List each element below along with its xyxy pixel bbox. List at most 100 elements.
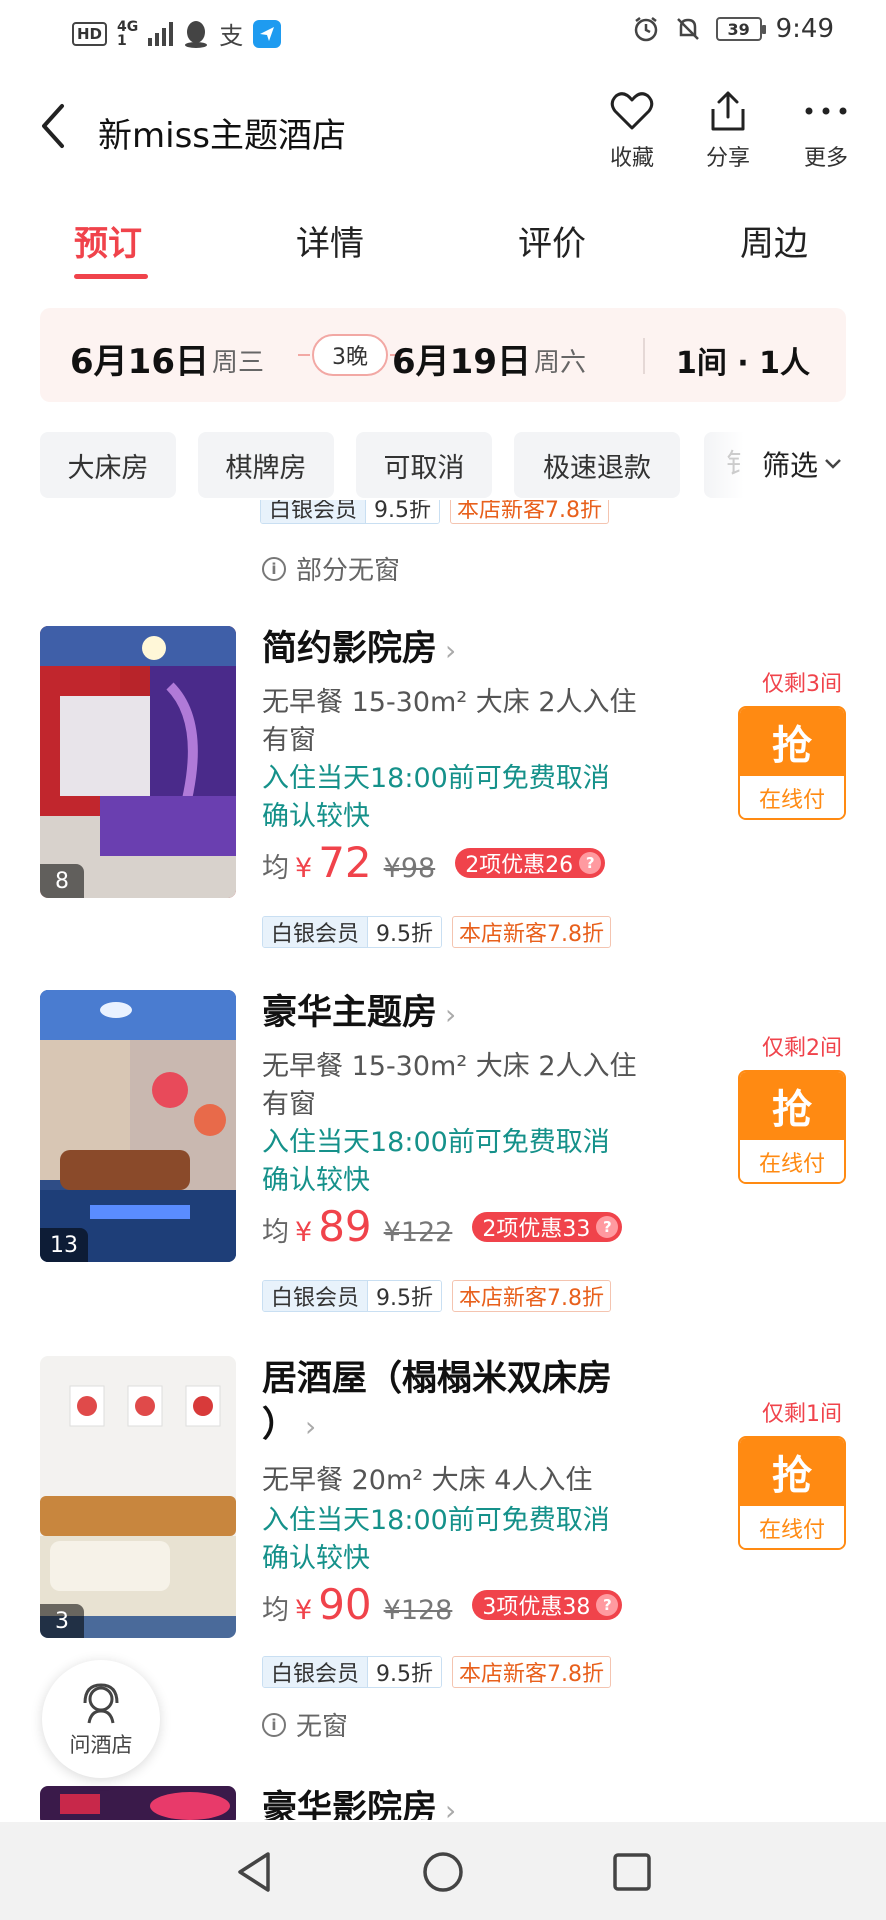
back-arrow-icon [42, 104, 64, 148]
price-avg-label: 均 [262, 1217, 289, 1248]
price-value: 89 [318, 1202, 372, 1251]
original-price: ¥128 [383, 1595, 453, 1626]
price-row: 均 ¥ 72 ¥98 2项优惠26 ? [262, 838, 606, 887]
member-tag-discount: 9.5折 [367, 917, 442, 947]
question-icon: ? [579, 851, 602, 874]
member-tag-discount: 9.5折 [367, 1281, 442, 1311]
date-selector[interactable]: 6月16日 周三 3晚 6月19日 周六 1间 · 1人 [40, 308, 846, 402]
room-desc-line: 无早餐 15-30m² 大床 2人入住 [262, 687, 637, 718]
room-card[interactable]: 8 简约影院房 › 无早餐 15-30m² 大床 2人入住 有窗 入住当天18:0… [0, 626, 886, 976]
price-avg-label: 均 [262, 853, 289, 884]
hotel-header: 新miss主题酒店 收藏 分享 更多 [0, 80, 886, 180]
book-button-label: 抢 [740, 1072, 844, 1140]
member-tag: 白银会员 9.5折 [262, 1280, 443, 1312]
promo-badge[interactable]: 2项优惠26 ? [455, 847, 606, 878]
window-note: i 部分无窗 [262, 550, 400, 587]
hd-indicator: HD [72, 21, 108, 46]
nav-home-icon [423, 1852, 463, 1892]
new-guest-tag: 本店新客7.8折 [452, 1656, 612, 1688]
tab-bar: 预订 详情 评价 周边 [0, 210, 886, 286]
price-value: 72 [318, 838, 372, 887]
info-icon: i [262, 556, 286, 581]
filter-chip-cancelable[interactable]: 可取消 [356, 432, 492, 498]
filter-label: 筛选 [762, 449, 819, 482]
room-name[interactable]: 豪华主题房 › [262, 990, 642, 1038]
checkin-date[interactable]: 6月16日 [70, 334, 209, 383]
promo-badge[interactable]: 3项优惠38 ? [472, 1589, 623, 1620]
signal-icon [148, 21, 174, 46]
heart-icon [610, 92, 654, 130]
promo-badge[interactable]: 2项优惠33 ? [472, 1211, 623, 1242]
app-notification-icon [253, 19, 282, 48]
tab-details[interactable]: 详情 [296, 216, 364, 265]
book-button[interactable]: 抢 在线付 [738, 1070, 846, 1184]
filter-chip-clipped[interactable]: 钅 [704, 432, 753, 498]
tab-nearby[interactable]: 周边 [740, 216, 808, 265]
checkout-date[interactable]: 6月19日 [392, 334, 531, 383]
more-button[interactable]: 更多 [786, 88, 866, 172]
share-label: 分享 [705, 146, 750, 171]
chevron-right-icon: › [445, 998, 457, 1031]
room-photo[interactable]: 13 [40, 990, 236, 1262]
more-dots-icon [805, 107, 847, 115]
tab-reviews[interactable]: 评价 [518, 216, 586, 265]
partial-item-tags: 白银会员 9.5折 本店新客7.8折 [260, 500, 610, 530]
ask-hotel-button[interactable]: 问酒店 [42, 1660, 160, 1778]
room-card[interactable]: 13 豪华主题房 › 无早餐 15-30m² 大床 2人入住 有窗 入住当天18:… [0, 990, 886, 1340]
more-label: 更多 [803, 146, 848, 171]
share-button[interactable]: 分享 [688, 88, 768, 172]
pay-online-label: 在线付 [740, 776, 844, 818]
room-photo[interactable]: 8 [40, 626, 236, 898]
nav-back-icon [238, 1852, 270, 1892]
price-row: 均 ¥ 90 ¥128 3项优惠38 ? [262, 1580, 623, 1629]
photo-count: 8 [40, 864, 84, 898]
room-name-text-cont: ） [262, 1405, 298, 1445]
battery-icon: 39 [715, 17, 766, 41]
new-guest-tag: 本店新客7.8折 [452, 916, 612, 948]
cancel-policy-line: 入住当天18:00前可免费取消 [262, 763, 610, 794]
filter-chip-fast-refund[interactable]: 极速退款 [514, 432, 680, 498]
room-list[interactable]: 白银会员 9.5折 本店新客7.8折 i 部分无窗 8 简约影院房 › 无早餐 … [0, 500, 886, 1820]
nav-home-button[interactable] [415, 1844, 471, 1900]
question-icon: ? [596, 1593, 619, 1616]
filter-chip-mahjong[interactable]: 棋牌房 [198, 432, 334, 498]
original-price: ¥98 [383, 853, 436, 884]
book-button[interactable]: 抢 在线付 [738, 706, 846, 820]
filter-chip-king-bed[interactable]: 大床房 [40, 432, 176, 498]
cancel-policy-line: 入住当天18:00前可免费取消 [262, 1505, 610, 1536]
clock: 9:49 [775, 14, 834, 44]
nav-recents-button[interactable] [604, 1844, 660, 1900]
room-photo[interactable]: 3 [40, 1356, 236, 1638]
chevron-right-icon: › [445, 634, 457, 667]
clipped-chip-label: 钅 [726, 449, 753, 480]
confirm-speed: 确认较快 [262, 1165, 370, 1196]
active-tab-indicator [74, 274, 148, 279]
window-note-text: 部分无窗 [296, 556, 401, 586]
network-indicator: 4G 1 [117, 20, 138, 48]
pay-online-label: 在线付 [740, 1506, 844, 1548]
question-icon: ? [596, 1215, 619, 1238]
chevron-down-icon [825, 459, 841, 469]
room-card[interactable]: 豪华影院房 › [0, 1786, 886, 1820]
date-divider [643, 338, 645, 374]
room-name[interactable]: 豪华影院房 › [262, 1786, 642, 1820]
member-tag-label: 白银会员 [261, 500, 366, 523]
room-name[interactable]: 居酒屋（榻榻米双床房 ） › [262, 1356, 642, 1450]
room-photo[interactable] [40, 1786, 236, 1820]
room-desc-line: 无早餐 15-30m² 大床 2人入住 [262, 1051, 637, 1082]
tab-booking[interactable]: 预订 [74, 216, 142, 265]
room-name[interactable]: 简约影院房 › [262, 626, 642, 674]
room-desc: 无早餐 15-30m² 大床 2人入住 有窗 [262, 1048, 662, 1124]
rooms-guests-selector[interactable]: 1间 · 1人 [676, 338, 810, 382]
nav-back-button[interactable] [226, 1844, 282, 1900]
filter-button[interactable]: 筛选 [762, 444, 842, 484]
favorite-button[interactable]: 收藏 [592, 88, 672, 172]
nav-recents-icon [613, 1853, 651, 1891]
share-icon [711, 91, 745, 131]
back-button[interactable] [38, 102, 78, 154]
book-button[interactable]: 抢 在线付 [738, 1436, 846, 1550]
filter-bar: 大床房 棋牌房 可取消 极速退款 钅 筛选 [0, 432, 886, 500]
member-tag: 白银会员 9.5折 [262, 916, 443, 948]
tags-row: 白银会员 9.5折 本店新客7.8折 [262, 1280, 612, 1312]
nights-count: 3晚 [312, 334, 388, 376]
